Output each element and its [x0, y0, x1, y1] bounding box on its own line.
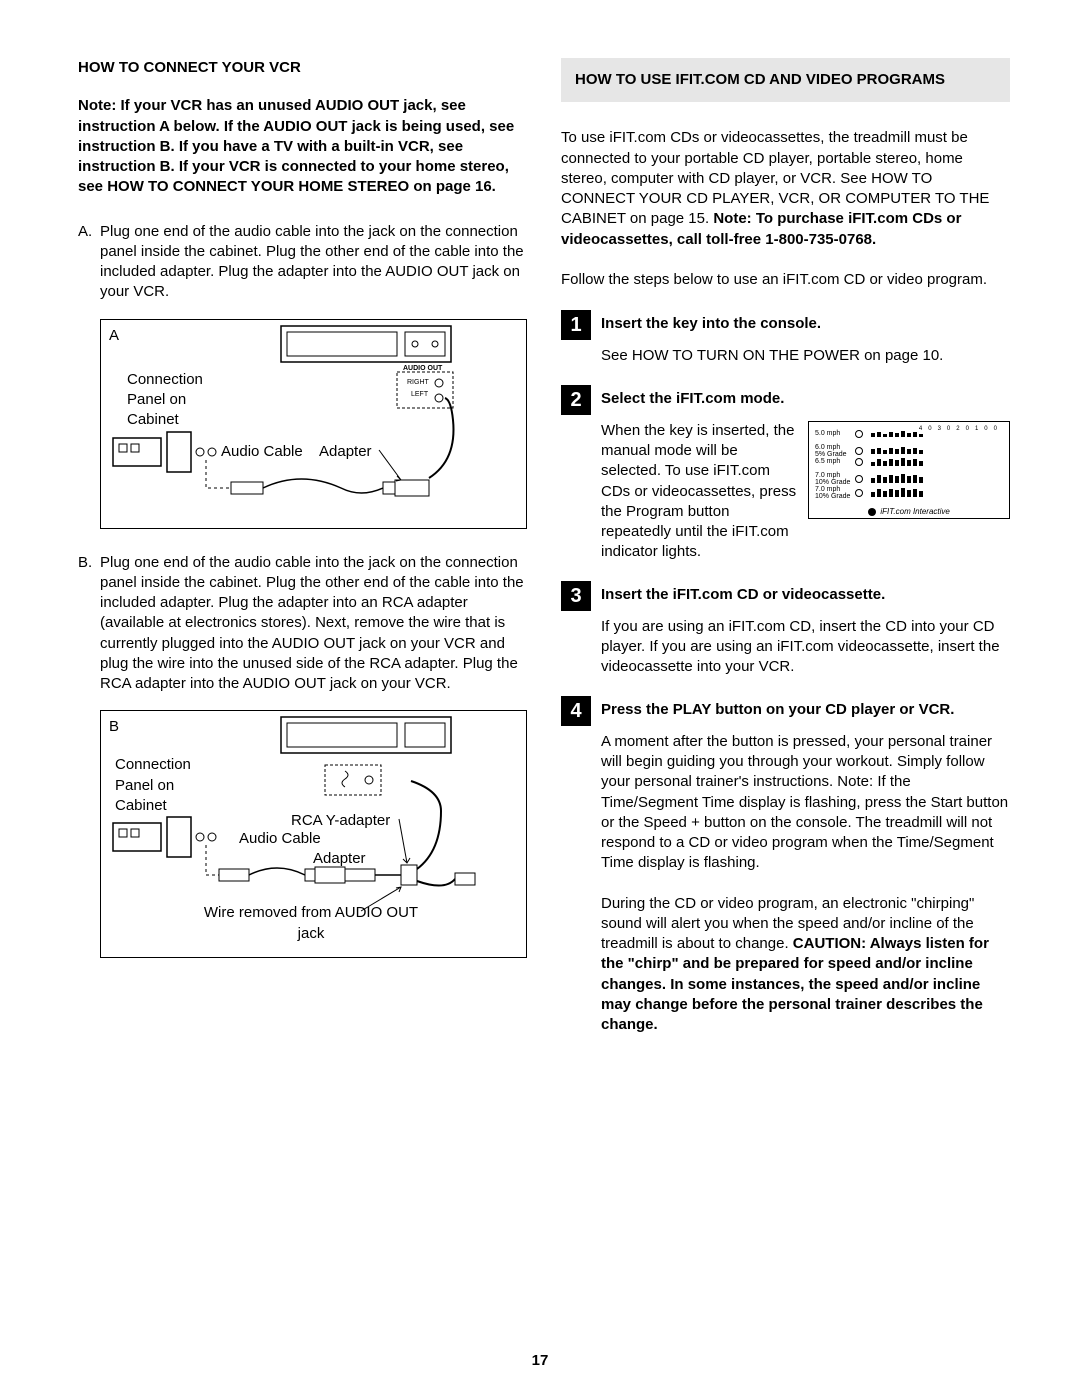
step-2-number: 2 [561, 385, 591, 415]
step-3-text: If you are using an iFIT.com CD, insert … [601, 617, 1010, 678]
diagram-b-adapter-label: Adapter [313, 849, 366, 869]
step-1: 1 Insert the key into the console. See H… [561, 310, 1010, 367]
diagram-a-audioout-label: AUDIO OUT [403, 364, 442, 373]
step-4-body: Press the PLAY button on your CD player … [601, 696, 1010, 1056]
step-3-title: Insert the iFIT.com CD or videocassette. [601, 585, 1010, 605]
two-column-layout: HOW TO CONNECT YOUR VCR Note: If your VC… [78, 58, 1010, 1073]
step-3: 3 Insert the iFIT.com CD or videocassett… [561, 581, 1010, 678]
diagram-b-letter: B [109, 717, 119, 737]
diagram-a-connection-label: Connection Panel on Cabinet [127, 370, 237, 431]
step-2-title: Select the iFIT.com mode. [601, 389, 1010, 409]
page-number: 17 [0, 1351, 1080, 1371]
list-text-a: Plug one end of the audio cable into the… [100, 222, 527, 303]
list-item-a: A. Plug one end of the audio cable into … [78, 222, 527, 303]
step-4-para2: During the CD or video program, an elect… [601, 894, 1010, 1036]
left-heading: HOW TO CONNECT YOUR VCR [78, 58, 527, 78]
list-item-b: B. Plug one end of the audio cable into … [78, 553, 527, 695]
right-intro: To use iFIT.com CDs or videocassettes, t… [561, 128, 1010, 250]
right-column: HOW TO USE IFIT.COM CD AND VIDEO PROGRAM… [561, 58, 1010, 1073]
diagram-a-audio-cable-label: Audio Cable [221, 442, 303, 462]
step-1-body: Insert the key into the console. See HOW… [601, 310, 1010, 367]
step-1-number: 1 [561, 310, 591, 340]
diagram-b-wire-label: Wire removed from AUDIO OUT jack [201, 903, 421, 944]
diagram-a-adapter-label: Adapter [319, 442, 372, 462]
page: HOW TO CONNECT YOUR VCR Note: If your VC… [0, 0, 1080, 1397]
diagram-a-letter: A [109, 326, 119, 346]
diagram-b: B Connection Panel on Cabinet Audio Cabl… [100, 710, 527, 958]
left-column: HOW TO CONNECT YOUR VCR Note: If your VC… [78, 58, 527, 1073]
list-letter-a: A. [78, 222, 100, 303]
vcr-note: Note: If your VCR has an unused AUDIO OU… [78, 96, 527, 197]
diagram-a: A Connection Panel on Cabinet Audio Cabl… [100, 319, 527, 529]
step-1-text: See HOW TO TURN ON THE POWER on page 10. [601, 346, 1010, 366]
step-2: 2 Select the iFIT.com mode. 403020100 5.… [561, 385, 1010, 563]
step-3-number: 3 [561, 581, 591, 611]
step2-diag-footer: iFIT.com Interactive [809, 508, 1009, 516]
right-heading: HOW TO USE IFIT.COM CD AND VIDEO PROGRAM… [561, 58, 1010, 102]
diagram-a-right-label: RIGHT [407, 378, 429, 387]
diagram-b-audio-cable-label: Audio Cable [239, 829, 321, 849]
diagram-b-rca-label: RCA Y-adapter [291, 811, 390, 831]
step-4-number: 4 [561, 696, 591, 726]
step-2-diagram: 403020100 5.0 mph 6.0 mph 5% Grade 6.5 m… [808, 421, 1010, 519]
list-text-b: Plug one end of the audio cable into the… [100, 553, 527, 695]
right-follow: Follow the steps below to use an iFIT.co… [561, 270, 1010, 290]
step-2-body: Select the iFIT.com mode. 403020100 5.0 … [601, 385, 1010, 563]
step-1-title: Insert the key into the console. [601, 314, 1010, 334]
list-letter-b: B. [78, 553, 100, 695]
diagram-a-left-label: LEFT [411, 390, 428, 399]
step-3-body: Insert the iFIT.com CD or videocassette.… [601, 581, 1010, 678]
diagram-b-connection-label: Connection Panel on Cabinet [115, 755, 225, 816]
step-4: 4 Press the PLAY button on your CD playe… [561, 696, 1010, 1056]
step-4-para1: A moment after the button is pressed, yo… [601, 732, 1010, 874]
step-4-title: Press the PLAY button on your CD player … [601, 700, 1010, 720]
